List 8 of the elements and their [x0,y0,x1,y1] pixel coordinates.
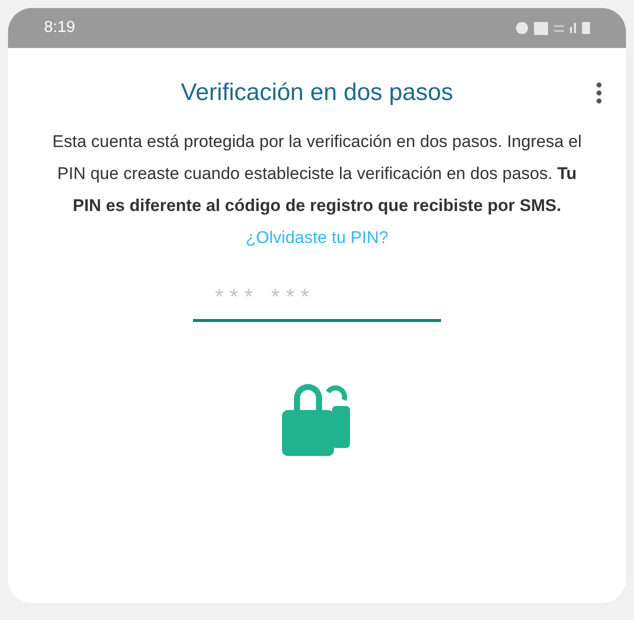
battery-icon [582,22,590,34]
more-options-icon[interactable] [596,82,602,104]
forgot-pin-link[interactable]: ¿Olvidaste tu PIN? [246,228,388,247]
signal-icon [570,23,576,33]
screen-title: Verificación en dos pasos [180,78,454,108]
pin-field[interactable]: * * * * * * [193,274,441,322]
status-time: 8:19 [44,18,76,38]
description-text: Esta cuenta está protegida por la verificación en dos pasos. Ingresa el PIN que creaste cuando estableciste la verificación en dos pasos. Tu PIN es diferente al código de registro que recibiste por SMS. ¿Olvidaste tu PIN? [51,131,583,249]
